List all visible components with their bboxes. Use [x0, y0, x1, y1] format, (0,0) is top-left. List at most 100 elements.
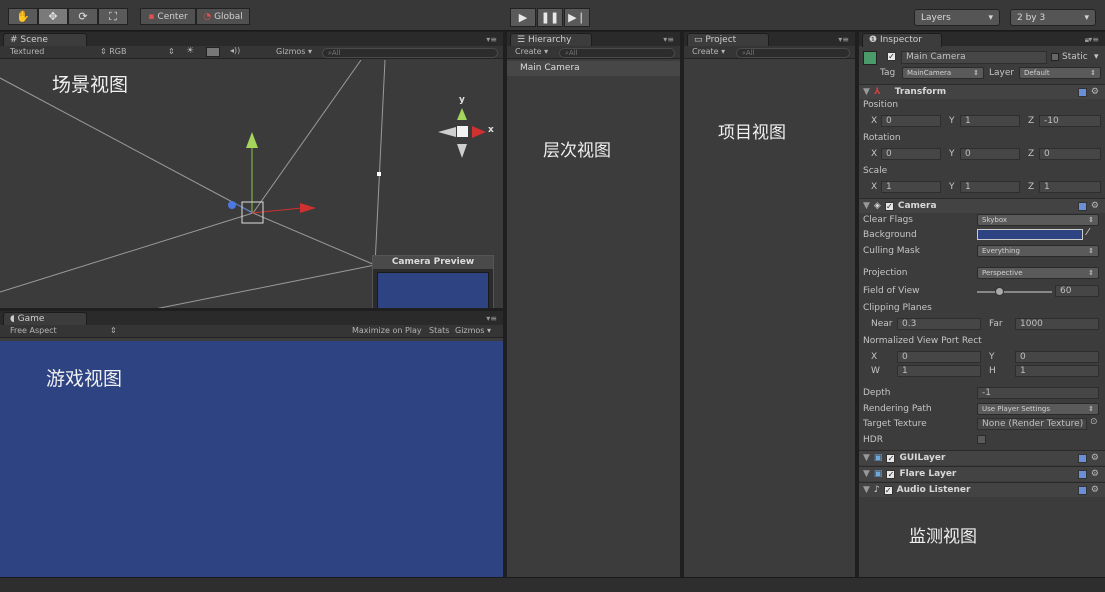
game-viewport[interactable]: 游戏视图 — [0, 341, 503, 577]
camera-enabled-checkbox[interactable]: ✓ — [884, 201, 894, 211]
hierarchy-create-dropdown[interactable]: Create ▾ — [515, 47, 548, 56]
panel-menu-icon[interactable]: ▾≡ — [486, 314, 497, 323]
pos-x-field[interactable]: 0 — [881, 115, 941, 127]
gizmo-x-arrow[interactable] — [300, 203, 316, 213]
scene-search-input[interactable]: ⌕All — [322, 48, 498, 58]
help-book-icon[interactable] — [1077, 453, 1087, 463]
layer-dropdown[interactable]: Default ⇕ — [1019, 67, 1101, 79]
project-create-dropdown[interactable]: Create ▾ — [692, 47, 725, 56]
layout-dropdown[interactable]: 2 by 3 ▾ — [1010, 9, 1096, 26]
hierarchy-search-input[interactable]: ⌕All — [559, 48, 675, 58]
panel-menu-icon[interactable]: ▾≡ — [1088, 35, 1099, 44]
guilayer-enabled-checkbox[interactable]: ✓ — [886, 453, 896, 463]
color-mode-dropdown[interactable]: ⇕ RGB — [100, 47, 127, 56]
orient-neg-y-cone[interactable] — [457, 144, 467, 158]
tab-hierarchy[interactable]: ☰ Hierarchy — [510, 33, 592, 47]
pivot-toggle[interactable]: ▪ Center — [140, 8, 196, 25]
pause-button[interactable]: ❚❚ — [537, 8, 563, 27]
fov-field[interactable]: 60 — [1055, 285, 1099, 297]
audio-listener-header[interactable]: ▼ ♪ ✓ Audio Listener ⚙ — [859, 482, 1105, 497]
orient-x-cone[interactable] — [472, 126, 486, 138]
hierarchy-item[interactable]: Main Camera — [507, 61, 680, 76]
tab-project[interactable]: ▭ Project — [687, 33, 769, 47]
background-color-swatch[interactable] — [977, 229, 1083, 240]
audio-listener-enabled-checkbox[interactable]: ✓ — [883, 485, 893, 495]
static-checkbox[interactable] — [1051, 53, 1059, 61]
object-picker-icon[interactable]: ⊙ — [1090, 417, 1098, 427]
gear-icon[interactable]: ⚙ — [1091, 485, 1099, 495]
gear-icon[interactable]: ⚙ — [1091, 201, 1099, 211]
play-button[interactable]: ▶ — [510, 8, 536, 27]
orient-y-cone[interactable] — [457, 108, 467, 120]
culling-mask-dropdown[interactable]: Everything ⇕ — [977, 245, 1099, 257]
flare-layer-enabled-checkbox[interactable]: ✓ — [886, 469, 896, 479]
help-book-icon[interactable] — [1077, 201, 1087, 211]
near-field[interactable]: 0.3 — [897, 318, 981, 330]
orient-center-cube[interactable] — [457, 126, 468, 137]
project-search-input[interactable]: ⌕All — [736, 48, 850, 58]
fov-slider-thumb[interactable] — [994, 287, 1004, 296]
projection-dropdown[interactable]: Perspective ⇕ — [977, 267, 1099, 279]
help-book-icon[interactable] — [1077, 485, 1087, 495]
frustum-handle[interactable] — [377, 172, 381, 176]
gear-icon[interactable]: ⚙ — [1091, 87, 1099, 97]
chevron-down-icon[interactable]: ▾ — [1094, 52, 1099, 62]
orient-neg-x-cone[interactable] — [438, 127, 456, 137]
render-mode-dropdown[interactable]: Textured — [10, 47, 44, 56]
lighting-toggle-icon[interactable]: ☀ — [186, 46, 194, 56]
depth-field[interactable]: -1 — [977, 387, 1099, 399]
help-book-icon[interactable] — [1077, 469, 1087, 479]
step-button[interactable]: ▶❘ — [564, 8, 590, 27]
rot-y-field[interactable]: 0 — [960, 148, 1020, 160]
vp-w-field[interactable]: 1 — [897, 365, 981, 377]
hdr-checkbox[interactable] — [977, 435, 986, 444]
eyedropper-icon[interactable]: ⁄ — [1087, 227, 1089, 238]
tab-scene[interactable]: # Scene — [3, 33, 87, 47]
target-texture-field[interactable]: None (Render Texture) — [977, 418, 1087, 430]
vp-x-field[interactable]: 0 — [897, 351, 981, 363]
fov-slider-track[interactable] — [977, 291, 1052, 293]
panel-menu-icon[interactable]: ▾≡ — [838, 35, 849, 44]
tab-inspector[interactable]: ❶ Inspector — [862, 33, 942, 47]
vp-y-field[interactable]: 0 — [1015, 351, 1099, 363]
gizmos-dropdown[interactable]: Gizmos ▾ — [276, 47, 312, 56]
transform-header[interactable]: ▼ ⅄ Transform ⚙ — [859, 84, 1105, 99]
clear-flags-dropdown[interactable]: Skybox ⇕ — [977, 214, 1099, 226]
rendering-path-dropdown[interactable]: Use Player Settings ⇕ — [977, 403, 1099, 415]
rotate-tool-button[interactable]: ⟳ — [68, 8, 98, 25]
scale-tool-button[interactable]: ⛶ — [98, 8, 128, 25]
panel-menu-icon[interactable]: ▾≡ — [663, 35, 674, 44]
tag-dropdown[interactable]: MainCamera ⇕ — [902, 67, 984, 79]
maximize-on-play-toggle[interactable]: Maximize on Play — [352, 326, 422, 335]
pos-y-field[interactable]: 1 — [960, 115, 1020, 127]
gizmo-z-axis[interactable] — [235, 203, 253, 214]
camera-header[interactable]: ▼ ◈ ✓ Camera ⚙ — [859, 198, 1105, 213]
panel-menu-icon[interactable]: ▾≡ — [486, 35, 497, 44]
scale-x-field[interactable]: 1 — [881, 181, 941, 193]
image-effects-toggle-icon[interactable] — [206, 47, 220, 57]
active-checkbox[interactable]: ✓ — [887, 52, 896, 61]
stats-toggle[interactable]: Stats — [429, 326, 449, 335]
gizmo-y-arrow[interactable] — [246, 132, 258, 148]
help-book-icon[interactable] — [1077, 87, 1087, 97]
pos-z-field[interactable]: -10 — [1039, 115, 1101, 127]
far-field[interactable]: 1000 — [1015, 318, 1099, 330]
flare-layer-header[interactable]: ▼ ▣ ✓ Flare Layer ⚙ — [859, 466, 1105, 481]
gizmo-x-axis[interactable] — [251, 207, 303, 214]
space-toggle[interactable]: ◔ Global — [196, 8, 250, 25]
gizmo-z-handle[interactable] — [228, 201, 236, 209]
move-tool-button[interactable]: ✥ — [38, 8, 68, 25]
hand-tool-button[interactable]: ✋ — [8, 8, 38, 25]
aspect-dropdown[interactable]: Free Aspect — [10, 326, 57, 335]
gear-icon[interactable]: ⚙ — [1091, 453, 1099, 463]
gear-icon[interactable]: ⚙ — [1091, 469, 1099, 479]
vp-h-field[interactable]: 1 — [1015, 365, 1099, 377]
scene-viewport[interactable]: y x 场景视图 Camera Preview — [0, 60, 503, 308]
tab-game[interactable]: ◖ Game — [3, 312, 87, 326]
scale-z-field[interactable]: 1 — [1039, 181, 1101, 193]
game-gizmos-dropdown[interactable]: Gizmos ▾ — [455, 326, 491, 335]
rot-z-field[interactable]: 0 — [1039, 148, 1101, 160]
layers-dropdown[interactable]: Layers ▾ — [914, 9, 1000, 26]
scale-y-field[interactable]: 1 — [960, 181, 1020, 193]
rot-x-field[interactable]: 0 — [881, 148, 941, 160]
